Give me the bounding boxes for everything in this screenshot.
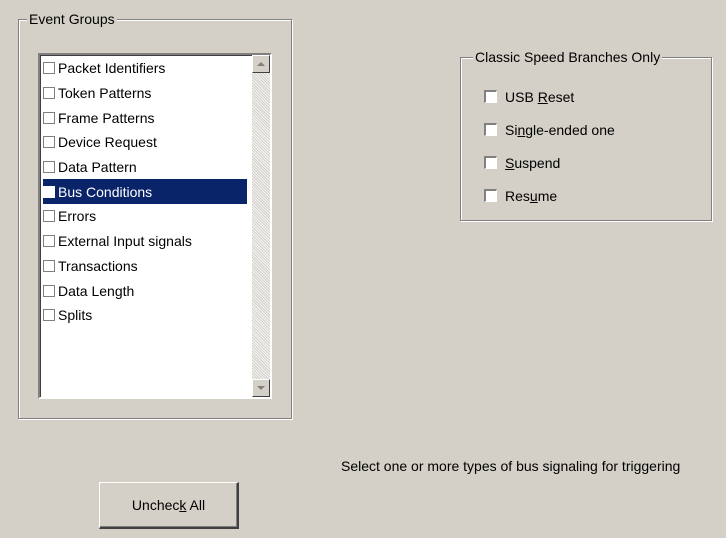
classic-speed-options: USB Reset Single-ended one Suspend Resum… [483, 80, 615, 212]
checkbox[interactable] [43, 111, 55, 124]
scroll-up-button[interactable] [252, 55, 270, 73]
list-item-data-length[interactable]: Data Length [43, 278, 247, 303]
checkbox[interactable] [43, 161, 55, 174]
suspend-checkbox[interactable]: Suspend [483, 146, 615, 179]
checkbox[interactable] [43, 87, 55, 100]
checkbox-box[interactable] [483, 122, 498, 137]
checkbox[interactable] [43, 309, 55, 322]
list-item-device-request[interactable]: Device Request [43, 130, 247, 155]
checkbox[interactable] [43, 185, 55, 198]
list-item-token-patterns[interactable]: Token Patterns [43, 81, 247, 106]
event-groups-title: Event Groups [27, 11, 117, 27]
list-item-bus-conditions[interactable]: Bus Conditions [43, 179, 247, 205]
scroll-down-button[interactable] [252, 379, 270, 397]
checkbox[interactable] [43, 210, 55, 223]
suspend-label: Suspend [505, 154, 561, 171]
usb-reset-checkbox[interactable]: USB Reset [483, 80, 615, 113]
checkbox[interactable] [43, 259, 55, 272]
checkbox[interactable] [43, 235, 55, 248]
resume-checkbox[interactable]: Resume [483, 179, 615, 212]
list-item-frame-patterns[interactable]: Frame Patterns [43, 105, 247, 130]
usb-reset-label: USB Reset [505, 88, 575, 105]
list-item-errors[interactable]: Errors [43, 204, 247, 229]
vertical-scrollbar[interactable] [252, 55, 270, 397]
checkbox[interactable] [43, 284, 55, 297]
list-item-data-pattern[interactable]: Data Pattern [43, 155, 247, 180]
hint-text: Select one or more types of bus signalin… [341, 458, 681, 474]
arrow-down-icon [257, 386, 265, 390]
checkbox-box[interactable] [483, 155, 498, 170]
checkbox[interactable] [43, 136, 55, 149]
resume-label: Resume [505, 187, 558, 204]
list-item-external-input-signals[interactable]: External Input signals [43, 229, 247, 254]
classic-speed-title: Classic Speed Branches Only [473, 49, 663, 65]
checkbox-box[interactable] [483, 188, 498, 203]
uncheck-all-button[interactable]: Uncheсk All [99, 482, 239, 529]
checkbox[interactable] [43, 62, 55, 75]
list-item-packet-identifiers[interactable]: Packet Identifiers [43, 56, 247, 81]
list-item-transactions[interactable]: Transactions [43, 254, 247, 279]
uncheck-all-label: Uncheсk All [131, 497, 206, 513]
single-ended-one-checkbox[interactable]: Single-ended one [483, 113, 615, 146]
event-groups-listbox[interactable]: Packet Identifiers Token Patterns Frame … [38, 53, 272, 399]
checkbox-box[interactable] [483, 89, 498, 104]
list-item-splits[interactable]: Splits [43, 303, 247, 328]
single-ended-one-label: Single-ended one [505, 121, 615, 138]
event-groups-list: Packet Identifiers Token Patterns Frame … [43, 56, 247, 328]
arrow-up-icon [257, 62, 265, 66]
